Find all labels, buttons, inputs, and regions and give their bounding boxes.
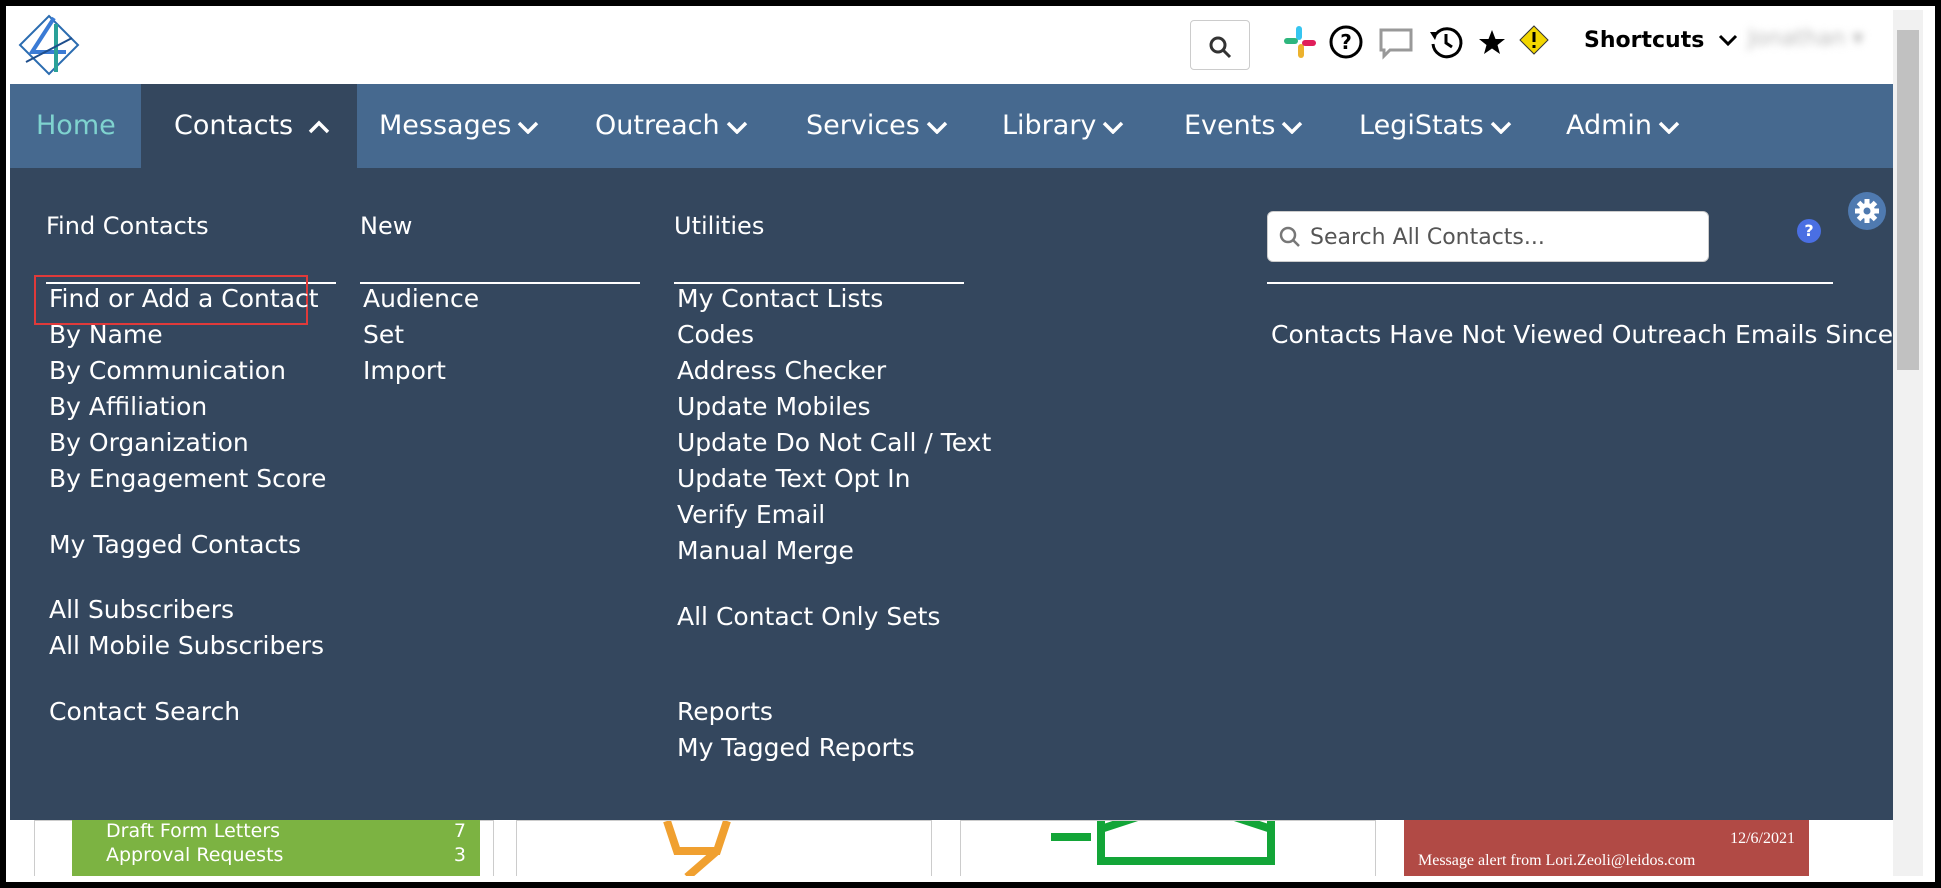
- approval-requests-label[interactable]: Approval Requests: [106, 844, 283, 866]
- draft-form-letters-label[interactable]: Draft Form Letters: [106, 820, 280, 842]
- help-icon[interactable]: ?: [1326, 22, 1366, 62]
- utilities-heading: Utilities: [674, 212, 765, 240]
- nav-messages-label: Messages: [379, 110, 512, 141]
- nav-services-label: Services: [806, 110, 920, 141]
- star-icon[interactable]: [1472, 22, 1512, 62]
- new-heading: New: [360, 212, 413, 240]
- chevron-down-icon: [518, 121, 539, 134]
- user-menu[interactable]: Jonathan ▾: [1748, 26, 1863, 51]
- find-contacts-heading: Find Contacts: [46, 212, 209, 240]
- nav-library-label: Library: [1002, 110, 1097, 141]
- chevron-down-icon: [1282, 121, 1303, 134]
- draft-form-letters-count: 7: [453, 820, 466, 842]
- link-all-contact-only-sets[interactable]: All Contact Only Sets: [677, 602, 940, 631]
- link-all-subscribers[interactable]: All Subscribers: [49, 595, 234, 624]
- help-icon[interactable]: ?: [1797, 219, 1821, 243]
- user-name: Jonathan: [1748, 26, 1846, 51]
- link-by-engagement-score[interactable]: By Engagement Score: [49, 464, 326, 493]
- link-audience[interactable]: Audience: [363, 284, 479, 313]
- settings-button[interactable]: [1848, 192, 1886, 230]
- nav-home-label: Home: [36, 110, 116, 141]
- shortcuts-label: Shortcuts: [1584, 28, 1705, 53]
- link-by-name[interactable]: By Name: [49, 320, 163, 349]
- nav-contacts-label: Contacts: [174, 110, 294, 141]
- app-logo[interactable]: [16, 12, 82, 78]
- divider: [1267, 282, 1833, 284]
- link-by-organization[interactable]: By Organization: [49, 428, 249, 457]
- nav-events[interactable]: Events: [1184, 84, 1303, 168]
- scrollbar[interactable]: [1893, 10, 1923, 876]
- contacts-dropdown-menu: Find Contacts Find or Add a Contact By N…: [10, 168, 1903, 820]
- link-update-text-opt-in[interactable]: Update Text Opt In: [677, 464, 911, 493]
- alert-date: 12/6/2021: [1730, 830, 1795, 847]
- alert-icon[interactable]: [1514, 22, 1554, 62]
- search-icon: [1279, 226, 1300, 247]
- nav-library[interactable]: Library: [1002, 84, 1124, 168]
- nav-home[interactable]: Home: [36, 84, 116, 168]
- message-alert-panel[interactable]: 12/6/2021 Message alert from Lori.Zeoli@…: [1404, 820, 1809, 876]
- link-update-mobiles[interactable]: Update Mobiles: [677, 392, 871, 421]
- green-status-panel: Draft Form Letters 7 Approval Requests 3: [72, 820, 480, 876]
- chevron-down-icon: [1490, 121, 1511, 134]
- nav-services[interactable]: Services: [806, 84, 948, 168]
- link-contact-search[interactable]: Contact Search: [49, 697, 240, 726]
- chevron-down-icon: [1658, 121, 1680, 134]
- link-manual-merge[interactable]: Manual Merge: [677, 536, 854, 565]
- link-reports[interactable]: Reports: [677, 697, 773, 726]
- nav-outreach-label: Outreach: [595, 110, 720, 141]
- link-by-affiliation[interactable]: By Affiliation: [49, 392, 207, 421]
- not-viewed-outreach-text: Contacts Have Not Viewed Outreach Emails…: [1271, 320, 1894, 349]
- search-button[interactable]: [1190, 20, 1250, 70]
- form-icon: [663, 821, 731, 876]
- chevron-down-icon: [726, 121, 747, 134]
- nav-events-label: Events: [1184, 110, 1276, 141]
- gear-icon: [1855, 199, 1879, 223]
- chevron-up-icon: [308, 120, 329, 133]
- nav-legistats[interactable]: LegiStats: [1359, 84, 1512, 168]
- link-my-tagged-contacts[interactable]: My Tagged Contacts: [49, 530, 301, 559]
- chevron-down-icon: [926, 121, 948, 134]
- chat-icon[interactable]: [1376, 22, 1416, 62]
- history-icon[interactable]: [1426, 22, 1466, 62]
- nav-messages[interactable]: Messages: [379, 84, 539, 168]
- nav-contacts[interactable]: Contacts: [141, 84, 357, 168]
- link-verify-email[interactable]: Verify Email: [677, 500, 825, 529]
- link-by-communication[interactable]: By Communication: [49, 356, 286, 385]
- search-all-contacts-input[interactable]: [1308, 212, 1702, 263]
- link-all-mobile-subscribers[interactable]: All Mobile Subscribers: [49, 631, 324, 660]
- search-icon: [1209, 36, 1232, 59]
- link-set[interactable]: Set: [363, 320, 404, 349]
- main-nav: Home Contacts Messages Outreach Services…: [10, 84, 1903, 171]
- shortcuts-menu[interactable]: Shortcuts: [1584, 28, 1738, 53]
- link-my-contact-lists[interactable]: My Contact Lists: [677, 284, 883, 313]
- link-find-or-add-contact[interactable]: Find or Add a Contact: [49, 284, 319, 313]
- link-update-do-not-call[interactable]: Update Do Not Call / Text: [677, 428, 991, 457]
- contact-search-field: [1267, 211, 1709, 263]
- link-codes[interactable]: Codes: [677, 320, 754, 349]
- approval-requests-count: 3: [453, 844, 466, 866]
- alert-text: Message alert from Lori.Zeoli@leidos.com: [1418, 852, 1696, 869]
- nav-outreach[interactable]: Outreach: [595, 84, 748, 168]
- link-my-tagged-reports[interactable]: My Tagged Reports: [677, 733, 915, 762]
- link-import[interactable]: Import: [363, 356, 446, 385]
- slack-icon[interactable]: [1280, 22, 1320, 62]
- link-address-checker[interactable]: Address Checker: [677, 356, 886, 385]
- scrollbar-thumb[interactable]: [1897, 30, 1919, 370]
- nav-legistats-label: LegiStats: [1359, 110, 1484, 141]
- chevron-down-icon: [1718, 34, 1738, 47]
- dashboard-widget: [960, 820, 1376, 876]
- email-icon: [1051, 821, 1275, 865]
- page: ? Shortcuts Jonathan ▾ Home Contacts Mes…: [10, 10, 1903, 876]
- dashboard-widget: [516, 820, 932, 876]
- svg-text:?: ?: [1340, 30, 1352, 54]
- nav-admin-label: Admin: [1566, 110, 1653, 141]
- nav-admin[interactable]: Admin: [1566, 84, 1680, 168]
- chevron-down-icon: [1103, 121, 1124, 134]
- top-bar: ? Shortcuts Jonathan ▾: [10, 10, 1903, 84]
